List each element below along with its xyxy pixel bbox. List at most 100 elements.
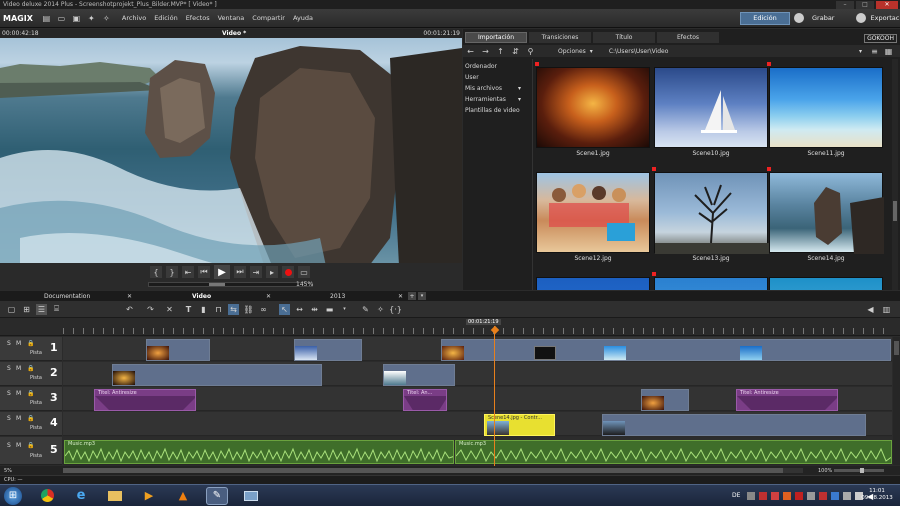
new-project-icon[interactable]: ▤ [41, 13, 52, 24]
tree-expand-icon[interactable]: ▾ [518, 96, 521, 103]
tab-efectos[interactable]: Efectos [657, 32, 719, 43]
video-clip[interactable] [383, 364, 455, 386]
file-thumb-partial[interactable] [654, 277, 768, 290]
solo-button[interactable]: S [7, 340, 11, 347]
tree-item-ordenador[interactable]: Ordenador [465, 63, 497, 70]
close-tab-documentation-icon[interactable]: ✕ [127, 293, 132, 300]
title-clip[interactable]: Titel: An... [403, 389, 447, 411]
clock[interactable]: 11:01 09.08.2013 [858, 488, 896, 502]
range-tool-icon[interactable]: ▬ [324, 304, 335, 315]
record-icon[interactable] [794, 13, 804, 23]
edit-mode-button[interactable]: Edición [740, 11, 790, 25]
up-folder-icon[interactable]: ↑ [495, 46, 506, 57]
mark-in-icon[interactable]: { [150, 266, 162, 278]
solo-button[interactable]: S [7, 442, 11, 449]
tray-icon[interactable] [783, 492, 791, 500]
file-thumb-scene13[interactable] [654, 172, 769, 254]
lock-icon[interactable]: 🔒 [27, 340, 34, 347]
solo-button[interactable]: S [7, 415, 11, 422]
tray-icon[interactable] [843, 492, 851, 500]
menu-efectos[interactable]: Efectos [186, 14, 210, 22]
options-chevron-icon[interactable]: ▾ [590, 48, 593, 55]
tree-item-herramientas[interactable]: Herramientas [465, 96, 506, 103]
split-view-icon[interactable]: ⊞ [21, 304, 32, 315]
solo-button[interactable]: S [7, 365, 11, 372]
explorer-icon[interactable] [104, 487, 126, 505]
export-mode-button[interactable]: Exportación [870, 14, 900, 22]
playhead-line[interactable] [494, 326, 495, 466]
skip-back-icon[interactable]: ⏮ [198, 266, 210, 278]
tray-icon[interactable] [795, 492, 803, 500]
lock-icon[interactable]: 🔒 [27, 442, 34, 449]
record-mode-button[interactable]: Grabar [812, 14, 834, 22]
mute-button[interactable]: M [16, 442, 21, 449]
trim-tool-icon[interactable]: ⇹ [309, 304, 320, 315]
media-player-icon[interactable]: ▶ [138, 487, 160, 505]
undo-icon[interactable]: ↶ [124, 304, 135, 315]
solo-button[interactable]: S [7, 390, 11, 397]
close-tab-video-icon[interactable]: ✕ [266, 293, 271, 300]
loop-icon[interactable]: ▸ [266, 266, 278, 278]
tray-icon[interactable] [747, 492, 755, 500]
file-thumb-scene11[interactable] [769, 67, 883, 148]
add-tab-icon[interactable]: + [408, 292, 416, 300]
pointer-tool-icon[interactable]: ↖ [279, 303, 290, 315]
redo-icon[interactable]: ↷ [145, 304, 156, 315]
tray-icon[interactable] [831, 492, 839, 500]
timeline-view-icon[interactable]: ☰ [36, 303, 47, 315]
forward-arrow-icon[interactable]: → [480, 46, 491, 57]
chrome-icon[interactable] [36, 487, 58, 505]
file-thumb-scene12[interactable] [536, 172, 650, 253]
path-chevron-icon[interactable]: ▾ [859, 48, 862, 55]
effects-icon[interactable]: ✧ [375, 304, 386, 315]
magix-task-icon[interactable]: ✎ [206, 486, 228, 505]
export-icon[interactable] [856, 13, 867, 23]
file-thumb-scene1[interactable] [536, 67, 650, 148]
lock-icon[interactable]: 🔒 [27, 415, 34, 422]
maximize-button[interactable]: □ [856, 0, 874, 9]
media-pool-scroll-thumb[interactable] [893, 201, 897, 221]
video-clip[interactable] [441, 339, 891, 361]
tab-video[interactable]: Video [192, 293, 211, 300]
monitor-zoom[interactable]: 145% [296, 281, 313, 288]
file-thumb-partial[interactable] [769, 277, 883, 290]
delete-icon[interactable]: ✕ [164, 304, 175, 315]
title-clip[interactable]: Titel: Antiresize [736, 389, 838, 411]
tray-icon[interactable] [807, 492, 815, 500]
options-dropdown[interactable]: Opciones [558, 48, 586, 55]
next-marker-icon[interactable]: ⇥ [250, 266, 262, 278]
record-button-icon[interactable] [282, 266, 294, 278]
single-view-icon[interactable]: ▢ [6, 304, 17, 315]
vlc-icon[interactable]: ▲ [172, 487, 194, 505]
skip-forward-icon[interactable]: ⏭ [234, 266, 246, 278]
tree-toggle-icon[interactable]: ⇵ [510, 46, 521, 57]
timeline-scrollbar[interactable] [893, 337, 900, 465]
open-folder-icon[interactable]: ▭ [56, 13, 67, 24]
tree-item-user[interactable]: User [465, 74, 479, 81]
audio-clip[interactable]: Music.mp3 [455, 440, 892, 464]
cut-icon[interactable]: ⊓ [213, 304, 224, 315]
file-thumb-scene10[interactable] [654, 67, 768, 148]
menu-ventana[interactable]: Ventana [218, 14, 245, 22]
keyframe-icon[interactable]: {·} [389, 304, 402, 315]
tab-2013[interactable]: 2013 [330, 293, 345, 300]
video-clip[interactable] [602, 414, 866, 436]
video-clip[interactable] [641, 389, 689, 411]
title-clip[interactable]: Titel: Antiresize [94, 389, 196, 411]
video-clip[interactable] [112, 364, 322, 386]
tab-titulo[interactable]: Título [593, 32, 655, 43]
tab-menu-icon[interactable]: ▾ [418, 292, 426, 300]
video-clip[interactable] [294, 339, 362, 361]
stretch-tool-icon[interactable]: ↔ [294, 304, 305, 315]
marker-icon[interactable]: ▮ [198, 304, 209, 315]
video-preview[interactable] [0, 38, 462, 285]
video-clip[interactable] [146, 339, 210, 361]
timeline-ruler[interactable]: 00:01:21:19 [0, 318, 900, 336]
group-icon[interactable]: ∞ [258, 304, 269, 315]
tab-transiciones[interactable]: Transiciones [529, 32, 591, 43]
prev-marker-icon[interactable]: ⇤ [182, 266, 194, 278]
mute-button[interactable]: M [16, 415, 21, 422]
media-pool-scrollbar[interactable] [892, 59, 898, 290]
menu-archivo[interactable]: Archivo [122, 14, 146, 22]
tools-dropdown-icon[interactable]: ▾ [339, 304, 350, 315]
